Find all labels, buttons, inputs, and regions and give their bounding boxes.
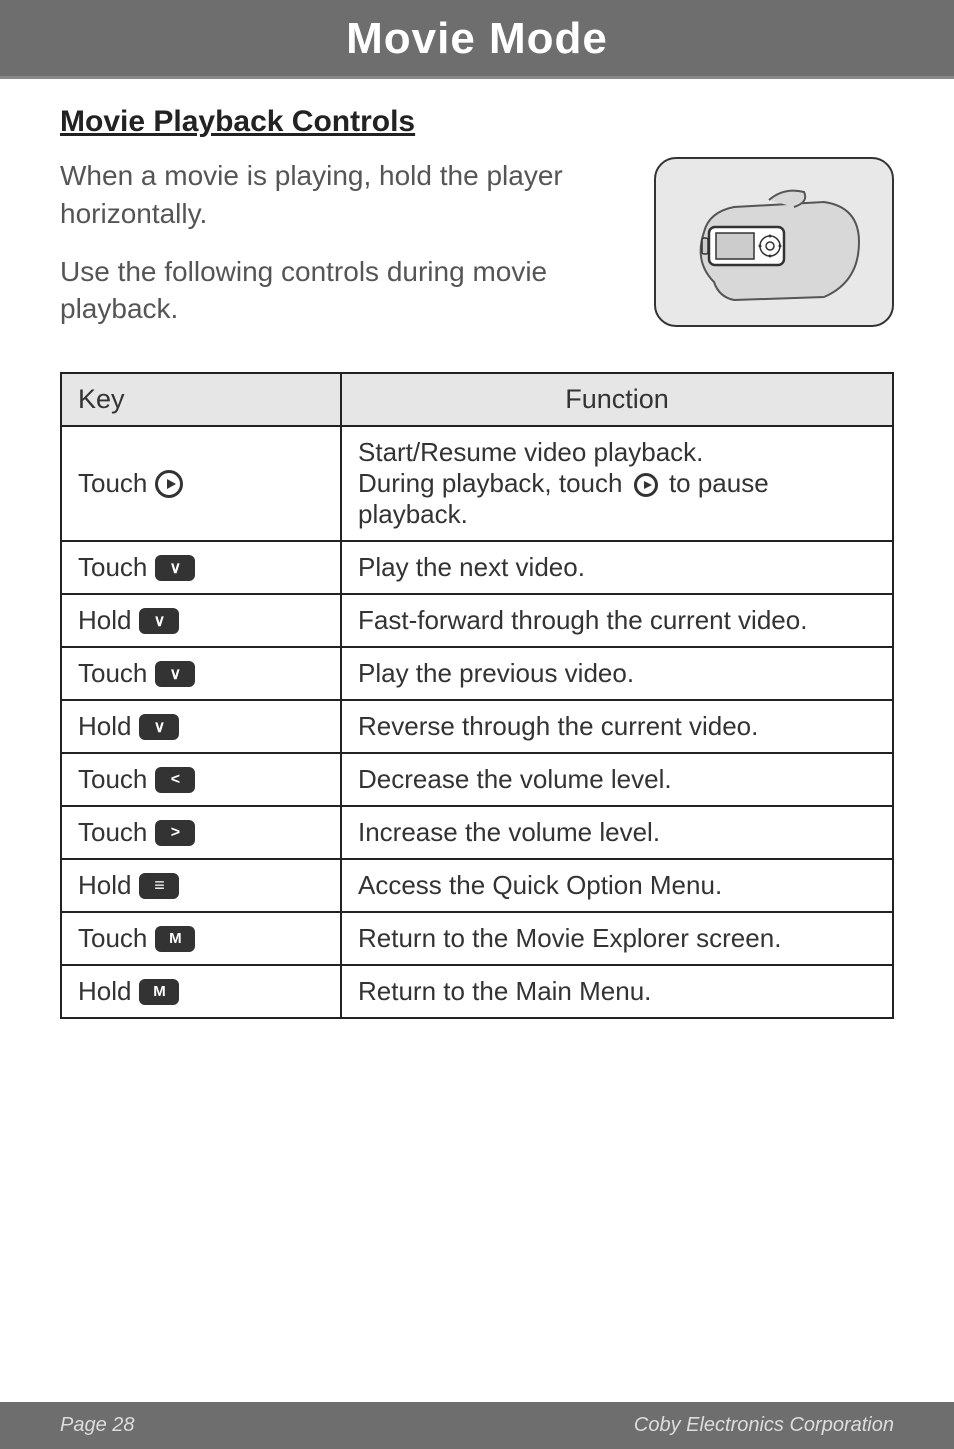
table-row: Touch Decrease the volume level. [61,753,893,806]
function-cell: Return to the Movie Explorer screen. [341,912,893,965]
table-row: Touch Return to the Movie Explorer scree… [61,912,893,965]
key-action-text: Touch [78,552,147,583]
section-heading: Movie Playback Controls [60,105,894,139]
chevron-left-icon [155,767,195,793]
chevron-down-icon [139,714,179,740]
key-label: Touch [78,658,195,689]
intro-paragraph-1: When a movie is playing, hold the player… [60,157,634,233]
key-action-text: Hold [78,976,131,1007]
key-label: Hold [78,605,179,636]
key-action-text: Hold [78,605,131,636]
intro-paragraph-2: Use the following controls during movie … [60,253,634,329]
table-row: Hold Access the Quick Option Menu. [61,859,893,912]
key-action-text: Touch [78,817,147,848]
chevron-down-icon [155,661,195,687]
page-footer: Page 28 Coby Electronics Corporation [0,1402,954,1449]
menu-icon [139,873,179,899]
table-row: Hold Return to the Main Menu. [61,965,893,1018]
key-label: Touch [78,817,195,848]
footer-company: Coby Electronics Corporation [634,1414,894,1437]
table-row: Touch Play the next video. [61,541,893,594]
key-label: Touch [78,468,183,499]
play-circle-icon [155,470,183,498]
key-action-text: Touch [78,658,147,689]
key-action-text: Touch [78,923,147,954]
header-function: Function [341,373,893,426]
header-key: Key [61,373,341,426]
key-label: Hold [78,976,179,1007]
key-cell: Hold [61,965,341,1018]
key-label: Touch [78,552,195,583]
table-row: Hold Fast-forward through the current vi… [61,594,893,647]
key-action-text: Touch [78,468,147,499]
table-row: Touch Increase the volume level. [61,806,893,859]
intro-row: When a movie is playing, hold the player… [60,157,894,348]
title-bar: Movie Mode [0,0,954,79]
footer-page-number: Page 28 [60,1414,135,1437]
function-cell: Fast-forward through the current video. [341,594,893,647]
table-row: Touch Play the previous video. [61,647,893,700]
hand-holding-device-icon [674,172,874,312]
function-cell: Increase the volume level. [341,806,893,859]
table-body: Touch Start/Resume video playback. Durin… [61,426,893,1018]
key-cell: Hold [61,859,341,912]
function-cell: Start/Resume video playback. During play… [341,426,893,541]
key-cell: Touch [61,912,341,965]
key-label: Touch [78,923,195,954]
intro-text-block: When a movie is playing, hold the player… [60,157,634,348]
key-label: Hold [78,870,179,901]
chevron-right-icon [155,820,195,846]
key-cell: Touch [61,806,341,859]
function-cell: Access the Quick Option Menu. [341,859,893,912]
key-action-text: Hold [78,870,131,901]
page-title: Movie Mode [0,14,954,64]
key-label: Hold [78,711,179,742]
chevron-down-icon [139,608,179,634]
table-header-row: Key Function [61,373,893,426]
key-cell: Hold [61,594,341,647]
key-action-text: Touch [78,764,147,795]
content-area: Movie Playback Controls When a movie is … [0,79,954,1402]
function-cell: Play the next video. [341,541,893,594]
table-row: Touch Start/Resume video playback. Durin… [61,426,893,541]
m-button-icon [155,926,195,952]
key-cell: Touch [61,426,341,541]
key-cell: Touch [61,541,341,594]
hold-horizontal-illustration [654,157,894,327]
key-cell: Touch [61,647,341,700]
key-cell: Touch [61,753,341,806]
m-button-icon [139,979,179,1005]
controls-table: Key Function Touch Start/Resume video pl… [60,372,894,1019]
chevron-down-icon [155,555,195,581]
function-cell: Decrease the volume level. [341,753,893,806]
function-cell: Play the previous video. [341,647,893,700]
key-action-text: Hold [78,711,131,742]
function-cell: Reverse through the current video. [341,700,893,753]
function-cell: Return to the Main Menu. [341,965,893,1018]
play-circle-icon [634,473,658,497]
page-root: Movie Mode Movie Playback Controls When … [0,0,954,1449]
key-cell: Hold [61,700,341,753]
table-row: Hold Reverse through the current video. [61,700,893,753]
key-label: Touch [78,764,195,795]
